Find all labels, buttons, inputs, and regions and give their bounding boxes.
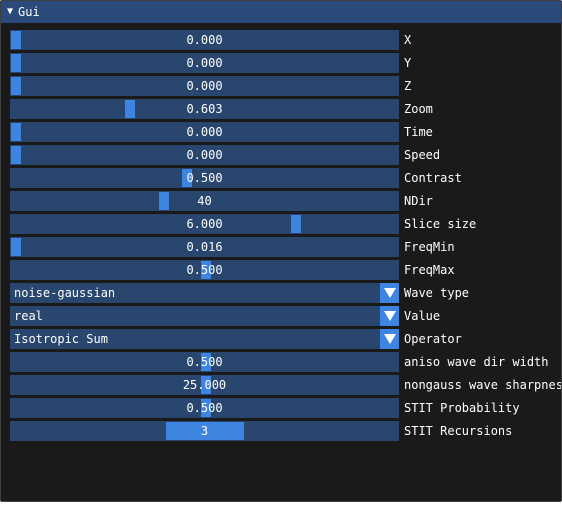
slider-value: 0.000 [186,33,223,47]
control-row: 0.000 X [10,30,561,50]
slider-value: 0.500 [186,401,223,415]
slider-value: 0.500 [186,171,223,185]
combo-box[interactable]: Isotropic Sum [10,329,399,349]
control-row: 40 NDir [10,191,561,211]
control-label: FreqMax [404,263,455,277]
slider[interactable]: 0.000 [10,53,399,73]
window-title: Gui [18,5,40,19]
slider[interactable]: 25.000 [10,375,399,395]
slider-value: 0.000 [186,79,223,93]
controls-list: 0.000 X 0.000 Y 0.000 Z 0.603 Zoom 0.000 Time 0.00… [10,30,562,444]
combo-arrow-button[interactable] [380,329,399,349]
slider[interactable]: 3 [10,421,399,441]
control-label: STIT Recursions [404,424,513,438]
control-row: 0.016 FreqMin [10,237,561,257]
control-label: Time [404,125,433,139]
slider[interactable]: 0.500 [10,352,399,372]
control-row: 0.000 Time [10,122,561,142]
control-label: STIT Probability [404,401,520,415]
triangle-down-icon [383,311,396,321]
combo-arrow-button[interactable] [380,283,399,303]
slider-value: 0.500 [186,263,223,277]
triangle-down-icon [383,288,396,298]
slider-value: 6.000 [186,217,223,231]
control-label: Operator [404,332,462,346]
control-label: Speed [404,148,441,162]
combo-box[interactable]: noise-gaussian [10,283,399,303]
control-label: nongauss wave sharpness [404,378,562,392]
control-row: 0.000 Y [10,53,561,73]
control-label: Y [404,56,412,70]
control-label: aniso wave dir width [404,355,549,369]
combo-box[interactable]: real [10,306,399,326]
slider-value: 3 [200,424,209,438]
control-row: 25.000 nongauss wave sharpness [10,375,562,395]
control-label: Zoom [404,102,433,116]
control-label: Slice size [404,217,477,231]
control-label: Z [404,79,412,93]
slider-value: 0.016 [186,240,223,254]
window-titlebar[interactable]: ▼ Gui [1,1,561,23]
control-row: real Value [10,306,561,326]
combo-arrow-button[interactable] [380,306,399,326]
control-label: FreqMin [404,240,455,254]
slider-value: 0.000 [186,125,223,139]
slider-value: 25.000 [182,378,227,392]
combo-value: real [14,309,43,323]
slider[interactable]: 0.603 [10,99,399,119]
control-label: X [404,33,412,47]
control-row: 0.603 Zoom [10,99,561,119]
combo-value: Isotropic Sum [14,332,108,346]
gui-window: ▼ Gui 0.000 X 0.000 Y 0.000 Z 0.603 Zoom 0.000 Ti… [0,0,562,502]
slider[interactable]: 0.500 [10,260,399,280]
control-label: Value [404,309,441,323]
slider[interactable]: 0.500 [10,168,399,188]
slider[interactable]: 0.000 [10,30,399,50]
slider-value: 0.500 [186,355,223,369]
slider[interactable]: 0.016 [10,237,399,257]
control-row: 0.500 FreqMax [10,260,561,280]
control-row: 0.500 STIT Probability [10,398,561,418]
triangle-down-icon[interactable]: ▼ [7,7,13,17]
control-row: 0.000 Speed [10,145,561,165]
slider[interactable]: 0.000 [10,76,399,96]
slider[interactable]: 6.000 [10,214,399,234]
combo-value: noise-gaussian [14,286,116,300]
slider[interactable]: 0.000 [10,122,399,142]
slider[interactable]: 40 [10,191,399,211]
triangle-down-icon [383,334,396,344]
control-row: noise-gaussian Wave type [10,283,561,303]
control-row: 6.000 Slice size [10,214,561,234]
control-label: Contrast [404,171,462,185]
slider[interactable]: 0.000 [10,145,399,165]
slider-value: 0.000 [186,56,223,70]
control-row: Isotropic Sum Operator [10,329,561,349]
slider[interactable]: 0.500 [10,398,399,418]
slider-value: 0.603 [186,102,223,116]
slider-value: 40 [197,194,212,208]
control-row: 3 STIT Recursions [10,421,561,441]
control-row: 0.500 Contrast [10,168,561,188]
control-label: NDir [404,194,433,208]
slider-value: 0.000 [186,148,223,162]
control-row: 0.500 aniso wave dir width [10,352,561,372]
control-row: 0.000 Z [10,76,561,96]
control-label: Wave type [404,286,470,300]
